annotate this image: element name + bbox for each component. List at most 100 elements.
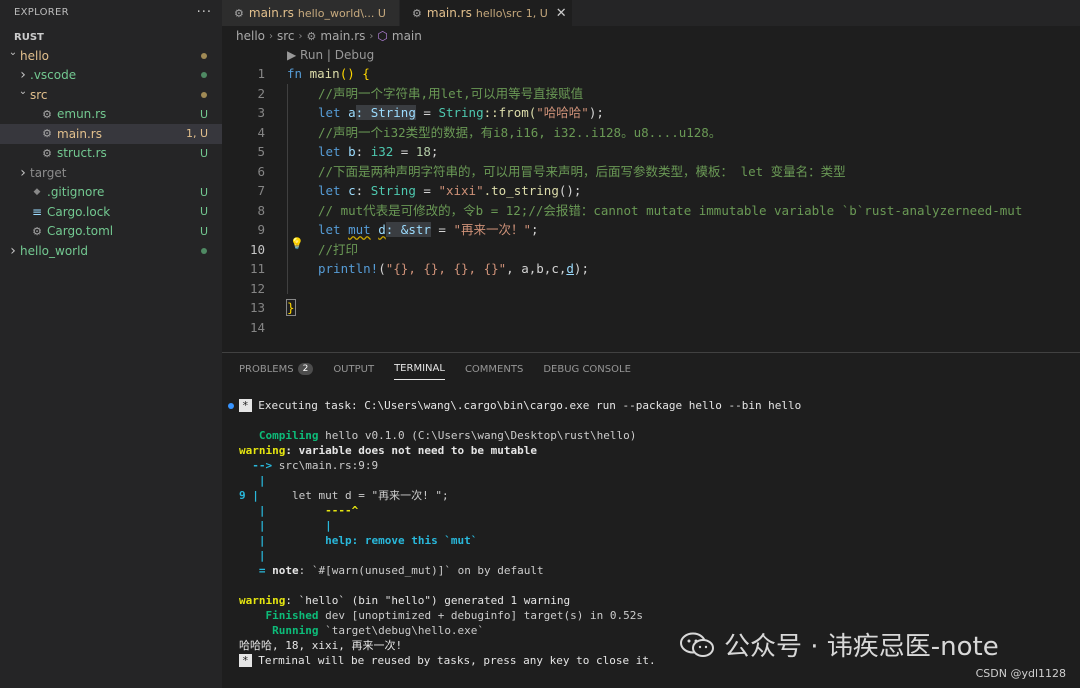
string: "哈哈哈"	[536, 105, 589, 120]
tree-item-cargo-toml[interactable]: ⚙ Cargo.toml U	[0, 222, 222, 242]
punct: );	[588, 105, 604, 120]
args: , a,b,c,	[506, 261, 567, 276]
panel-tab-debug-console[interactable]: DEBUG CONSOLE	[543, 363, 631, 380]
tree-item-main-rs[interactable]: ⚙ main.rs 1, U	[0, 124, 222, 144]
git-status: U	[199, 107, 208, 121]
close-icon[interactable]: ✕	[556, 6, 567, 21]
comment: // mut代表是可修改的，令b = 12;//会报错：cannot mutat…	[318, 202, 1023, 218]
punct: ();	[558, 183, 582, 198]
explorer-title: EXPLORER	[14, 6, 69, 18]
line-num: 9	[239, 489, 246, 502]
keyword: let	[318, 183, 341, 198]
keyword: let	[318, 222, 341, 237]
function-name: main	[309, 66, 340, 81]
warning-label: warning	[239, 594, 286, 607]
breadcrumb-src[interactable]: src	[277, 29, 295, 43]
task-star: *	[239, 399, 252, 412]
breadcrumb-hello[interactable]: hello	[236, 29, 265, 43]
rust-file-icon: ⚙	[306, 29, 317, 43]
watermark-text: 公众号 · 讳疾忌医-note	[724, 632, 999, 662]
tree-item-emun-rs[interactable]: ⚙ emun.rs U	[0, 105, 222, 125]
tree-item-cargo-lock[interactable]: ≡ Cargo.lock U	[0, 202, 222, 222]
panel-tab-terminal[interactable]: TERMINAL	[394, 363, 445, 380]
code-editor[interactable]: 1 fn main() { 2 //声明一个字符串,用let,可以用等号直接赋值 3…	[222, 64, 1080, 344]
panel-tab-comments[interactable]: COMMENTS	[465, 363, 523, 380]
lightbulb-icon[interactable]: 💡	[290, 237, 304, 250]
punct: =	[415, 105, 439, 120]
git-status: U	[199, 185, 208, 199]
keyword: let	[318, 105, 341, 120]
pipe: |	[239, 474, 266, 487]
running-text: `target\debug\hello.exe`	[318, 624, 485, 637]
panel-tab-problems[interactable]: PROBLEMS 2	[239, 363, 314, 380]
file-tree: ⌄ hello › .vscode ⌄ src ⚙ emun.rs U ⚙ main.rs 1, U ⚙…	[0, 46, 222, 261]
note-text: : `#[warn(unused_mut)]` on by default	[298, 564, 544, 577]
line-number: 7	[257, 183, 265, 198]
line-number: 13	[249, 300, 265, 315]
pipe: |	[239, 504, 266, 517]
panel-tab-output[interactable]: OUTPUT	[333, 363, 374, 380]
line-number: 6	[257, 163, 265, 179]
pipe: |	[265, 519, 332, 532]
panel-tab-label: DEBUG CONSOLE	[543, 363, 631, 375]
lock-file-icon: ≡	[31, 204, 43, 219]
macro: println!	[318, 261, 379, 276]
variable: d	[566, 261, 574, 276]
git-file-icon: ◆	[33, 187, 41, 198]
breadcrumb-main-fn[interactable]: main	[392, 29, 422, 43]
git-status: U	[199, 205, 208, 219]
workspace-root[interactable]: RUST	[0, 28, 222, 48]
task-status-dot	[228, 403, 234, 409]
tree-item-label: .vscode	[30, 68, 77, 83]
warning-text: : `hello` (bin "hello") generated 1 warn…	[285, 594, 571, 607]
git-status-dot	[201, 247, 207, 254]
rust-file-icon: ⚙	[234, 6, 244, 20]
rust-file-icon: ⚙	[412, 6, 422, 20]
string: "再来一次！"	[453, 222, 532, 237]
tree-item-label: Cargo.lock	[47, 204, 111, 219]
explorer-header: EXPLORER ···	[0, 0, 222, 24]
line-number: 9	[257, 222, 265, 237]
tree-item-label: src	[30, 87, 48, 102]
tree-item-hello[interactable]: ⌄ hello	[0, 46, 222, 66]
workspace-root-label: RUST	[14, 32, 44, 44]
tree-item-target[interactable]: › target	[0, 163, 222, 183]
tree-item--gitignore[interactable]: ◆ .gitignore U	[0, 183, 222, 203]
line-number: 1	[257, 66, 265, 81]
number: 18	[415, 144, 431, 159]
git-status: U	[199, 146, 208, 160]
tree-item-struct-rs[interactable]: ⚙ struct.rs U	[0, 144, 222, 164]
finished-text: dev [unoptimized + debuginfo] target(s) …	[318, 609, 643, 622]
git-status: 1, U	[185, 127, 208, 141]
editor-tab-1[interactable]: ⚙ main.rs hello_world\... U	[222, 0, 400, 26]
type: String	[438, 105, 484, 120]
tree-item--vscode[interactable]: › .vscode	[0, 66, 222, 86]
rust-file-icon: ⚙	[42, 146, 52, 160]
breadcrumb: hello › src › ⚙ main.rs › ⬡ main	[236, 29, 422, 43]
caret: ----^	[265, 504, 359, 517]
run-debug-codelens[interactable]: ▶ Run | Debug	[287, 48, 374, 62]
editor-tab-2[interactable]: ⚙ main.rs hello\src 1, U ✕	[400, 0, 573, 26]
breadcrumb-main-rs[interactable]: main.rs	[320, 29, 365, 43]
tree-item-label: hello_world	[20, 243, 89, 258]
punct: ;	[430, 144, 439, 159]
compiling-text: hello v0.1.0 (C:\Users\wang\Desktop\rust…	[318, 429, 637, 442]
line-number: 10	[249, 241, 265, 257]
pipe: |	[245, 489, 259, 502]
variable: b	[348, 144, 356, 159]
tree-item-label: .gitignore	[47, 185, 105, 200]
tab-label: main.rs	[426, 6, 472, 20]
more-actions-icon[interactable]: ···	[197, 5, 212, 20]
chevron-right-icon: ›	[20, 67, 26, 84]
tree-item-src[interactable]: ⌄ src	[0, 85, 222, 105]
punct: =	[430, 222, 454, 237]
tree-item-hello-world[interactable]: › hello_world	[0, 241, 222, 261]
chevron-down-icon: ⌄	[8, 47, 18, 59]
punct: (	[378, 261, 386, 276]
mut-keyword: mut	[348, 222, 371, 237]
line-number: 3	[257, 105, 265, 120]
line-number: 11	[249, 261, 265, 276]
wechat-icon	[680, 632, 714, 657]
type-hint: : &str	[385, 222, 431, 237]
comment: //声明一个i32类型的数据，有i8,i16, i32..i128。u8....…	[318, 124, 722, 140]
